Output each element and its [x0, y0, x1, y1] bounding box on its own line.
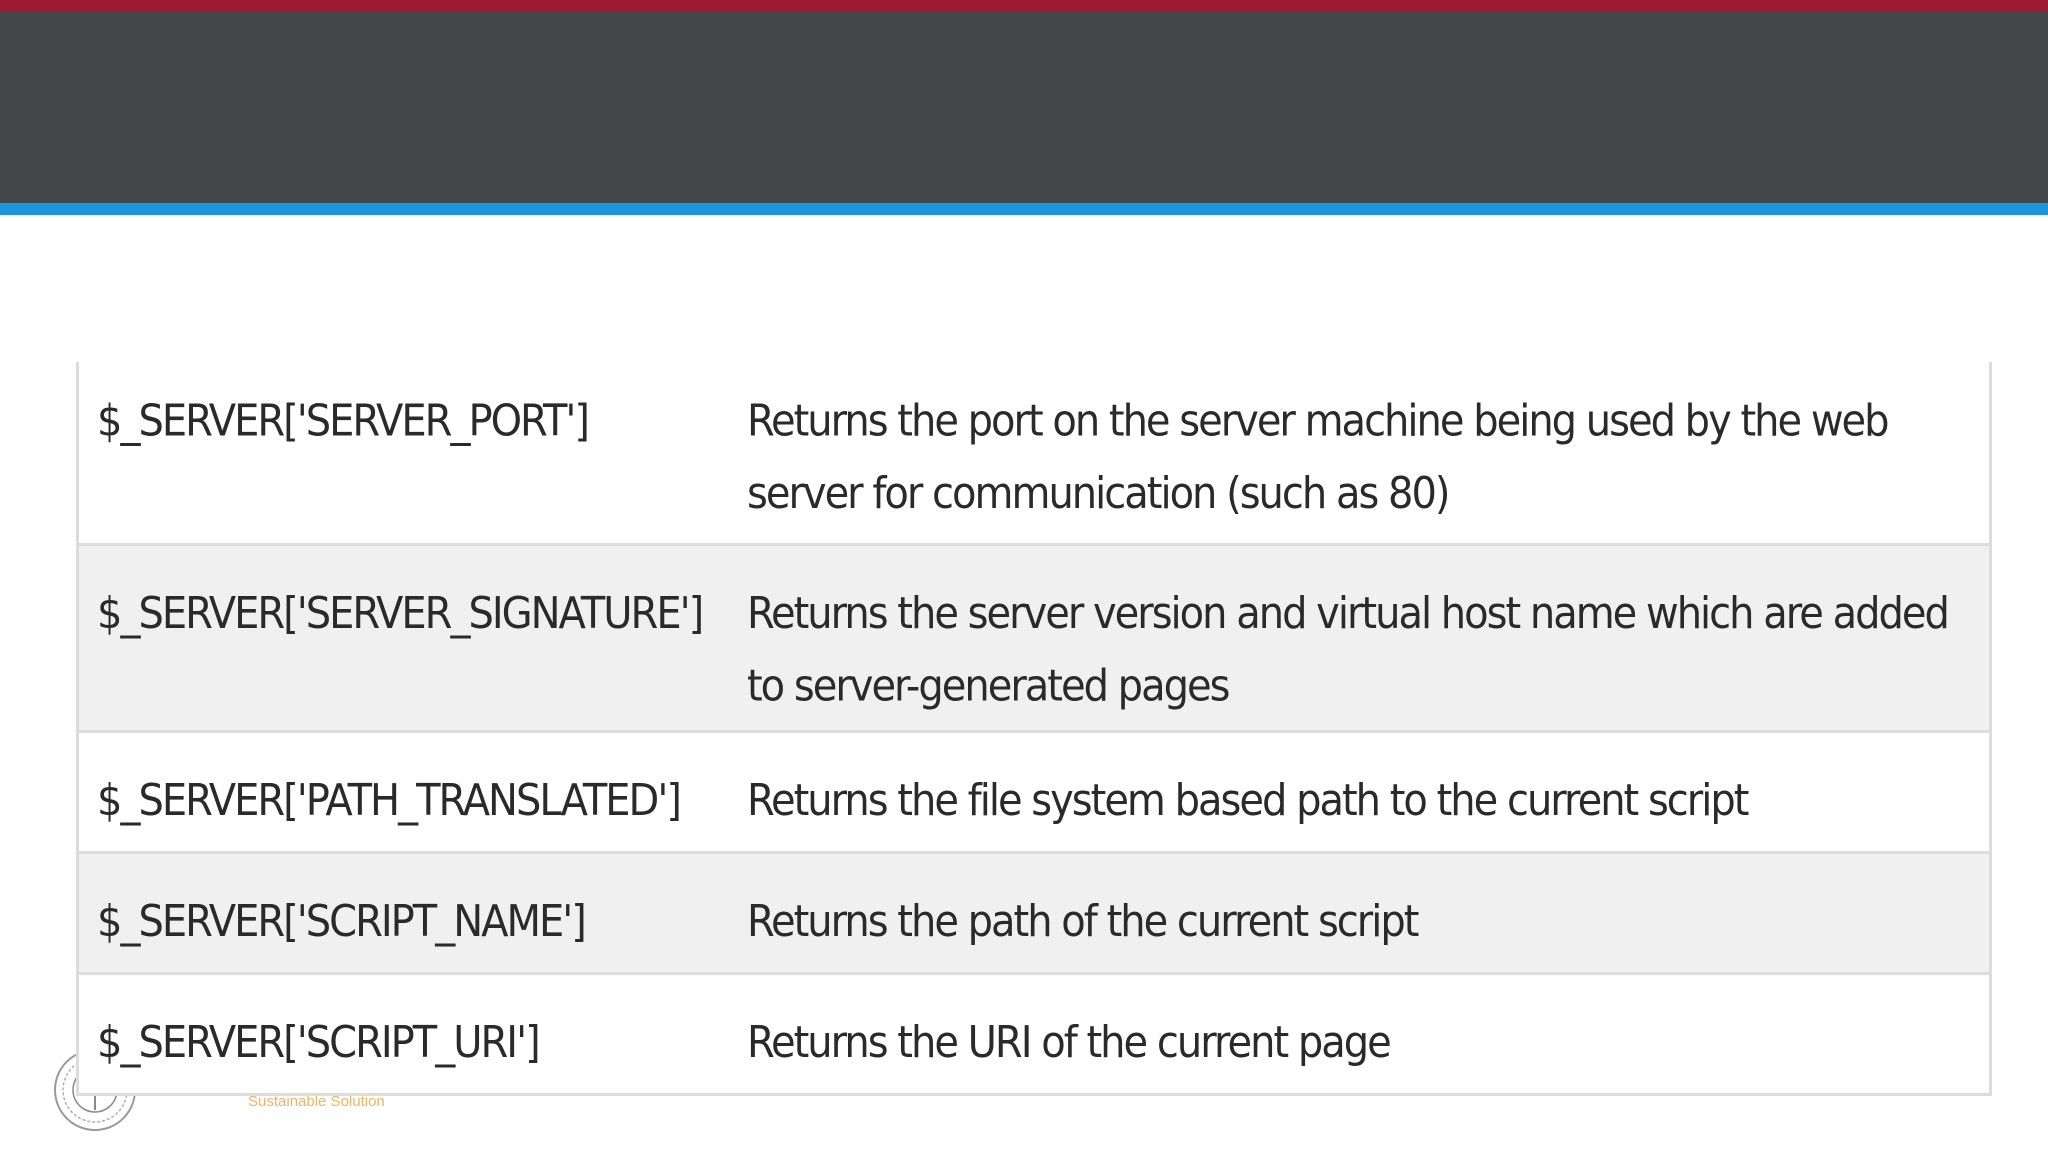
variable-name-cell: $_SERVER['SCRIPT_URI'] — [97, 1018, 541, 1068]
variable-name-cell: $_SERVER['SERVER_SIGNATURE'] — [97, 589, 704, 639]
table-row: $_SERVER['SCRIPT_URI'] Returns the URI o… — [79, 975, 1989, 1096]
header-underline-strip — [0, 203, 2048, 215]
description-cell: Returns the server version and virtual h… — [747, 589, 1950, 712]
description-cell: Returns the file system based path to th… — [747, 776, 1749, 826]
top-accent-strip — [0, 0, 2048, 12]
server-variables-table: $_SERVER['SERVER_PORT'] Returns the port… — [76, 362, 1992, 1096]
table-row: $_SERVER['SERVER_SIGNATURE'] Returns the… — [79, 546, 1989, 733]
variable-name-cell: $_SERVER['SERVER_PORT'] — [97, 396, 590, 447]
variable-name-cell: $_SERVER['SCRIPT_NAME'] — [97, 897, 587, 947]
header-band — [0, 12, 2048, 203]
table-row: $_SERVER['SERVER_PORT'] Returns the port… — [79, 362, 1989, 546]
description-cell: Returns the path of the current script — [747, 897, 1419, 947]
table-row: $_SERVER['SCRIPT_NAME'] Returns the path… — [79, 854, 1989, 975]
description-cell: Returns the URI of the current page — [747, 1018, 1392, 1068]
variable-name-cell: $_SERVER['PATH_TRANSLATED'] — [97, 776, 682, 826]
description-cell: Returns the port on the server machine b… — [747, 396, 1890, 519]
table-row: $_SERVER['PATH_TRANSLATED'] Returns the … — [79, 733, 1989, 854]
